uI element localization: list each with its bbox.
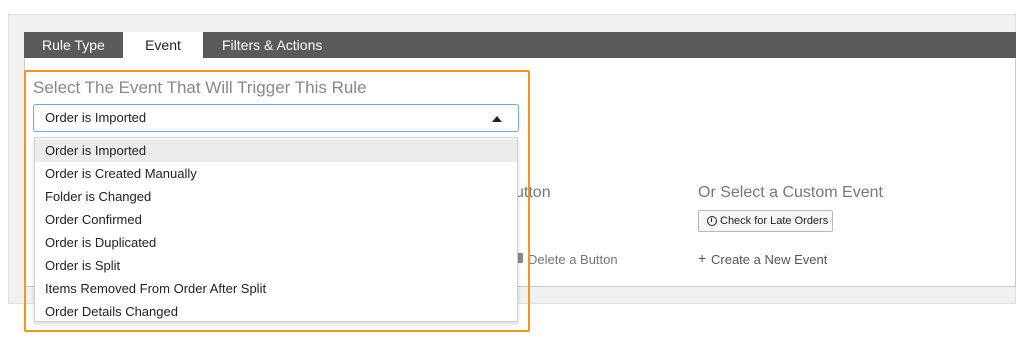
event-section-heading: Select The Event That Will Trigger This …	[33, 78, 367, 97]
create-new-event-link[interactable]: Create a New Event	[711, 252, 827, 267]
event-option[interactable]: Items Removed From Order After Split	[35, 277, 517, 300]
event-dropdown-list: Order is Imported Order is Created Manua…	[34, 137, 518, 322]
event-select-value: Order is Imported	[45, 110, 147, 125]
event-option[interactable]: Order Confirmed	[35, 208, 517, 231]
event-option[interactable]: Folder is Changed	[35, 185, 517, 208]
tab-rule-type[interactable]: Rule Type	[42, 32, 105, 58]
event-option[interactable]: Order is Created Manually	[35, 162, 517, 185]
caret-up-icon	[492, 116, 502, 122]
event-option[interactable]: Order is Duplicated	[35, 231, 517, 254]
plus-icon: +	[698, 250, 707, 266]
check-late-orders-label: Check for Late Orders	[720, 215, 829, 227]
tab-event[interactable]: Event	[123, 32, 203, 58]
check-late-orders-button[interactable]: Check for Late Orders	[698, 210, 833, 232]
event-option[interactable]: Order is Imported	[35, 139, 517, 162]
event-option[interactable]: Order is Split	[35, 254, 517, 277]
custom-event-title: Or Select a Custom Event	[698, 184, 883, 201]
event-select[interactable]: Order is Imported	[33, 104, 519, 132]
clock-icon	[707, 216, 717, 226]
tab-filters-actions[interactable]: Filters & Actions	[222, 32, 322, 58]
event-option[interactable]: Order Details Changed	[35, 300, 517, 323]
delete-button-link[interactable]: Delete a Button	[528, 252, 618, 267]
tab-bar: Rule Type Event Filters & Actions	[24, 32, 1016, 58]
